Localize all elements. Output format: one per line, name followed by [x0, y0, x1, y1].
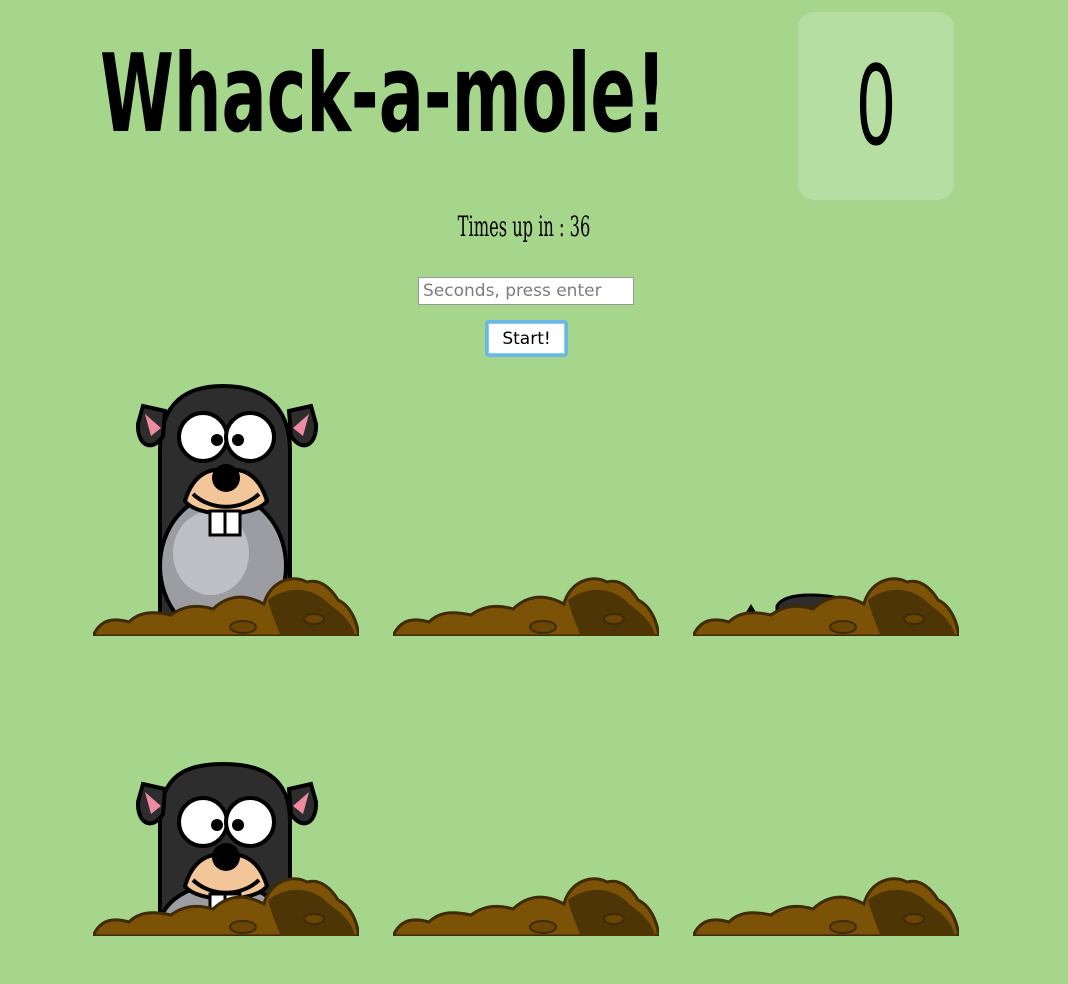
- score-value: 0: [855, 42, 897, 170]
- page-title: Whack-a-mole!: [100, 32, 667, 157]
- start-button[interactable]: Start!: [485, 320, 568, 357]
- dirt-mound: [393, 577, 659, 636]
- seconds-input[interactable]: [418, 277, 634, 305]
- mole-hole[interactable]: [393, 666, 659, 936]
- dirt-mound: [693, 877, 959, 936]
- mole-hole[interactable]: [393, 366, 659, 636]
- mole-hole[interactable]: [693, 366, 959, 636]
- dirt-mound: [393, 877, 659, 936]
- mole-hole[interactable]: [93, 366, 359, 636]
- mole-hole[interactable]: [93, 666, 359, 936]
- dirt-mound: [693, 577, 959, 636]
- countdown-timer: Times up in : 36: [457, 210, 591, 243]
- score-panel: 0: [798, 12, 954, 200]
- mole-hole[interactable]: [693, 666, 959, 936]
